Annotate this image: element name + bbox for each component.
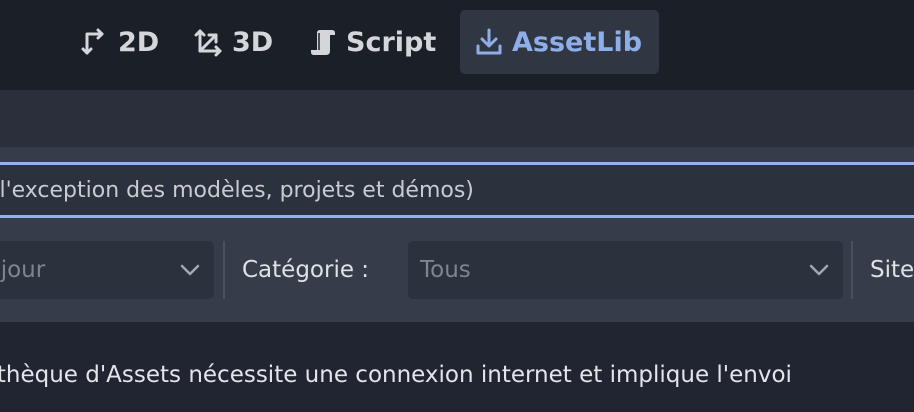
chevron-down-icon: [178, 258, 202, 282]
assetlib-header-strip: [0, 90, 914, 147]
editor-main-toolbar: 2D 3D Script AssetLib: [0, 0, 914, 90]
tab-3d[interactable]: 3D: [192, 10, 273, 74]
category-dropdown-value: Tous: [420, 257, 471, 283]
tab-assetlib-label: AssetLib: [512, 26, 643, 58]
category-label: Catégorie :: [242, 257, 370, 283]
script-icon: [306, 25, 340, 59]
tab-3d-label: 3D: [232, 26, 274, 58]
tab-2d-label: 2D: [118, 26, 160, 58]
search-field[interactable]: [0, 162, 914, 218]
tab-script-label: Script: [346, 26, 437, 58]
sort-dropdown[interactable]: s à jour: [0, 241, 214, 299]
connection-warning-message: liothèque d'Assets nécessite une connexi…: [0, 362, 792, 388]
download-icon: [472, 25, 506, 59]
tab-script[interactable]: Script: [306, 10, 436, 74]
sort-dropdown-value: s à jour: [0, 257, 46, 283]
3d-view-icon: [192, 25, 226, 59]
category-dropdown[interactable]: Tous: [408, 241, 843, 299]
site-label: Site: [870, 257, 914, 283]
chevron-down-icon: [807, 258, 831, 282]
filter-separator: [223, 241, 225, 299]
filter-separator: [851, 241, 853, 299]
search-input[interactable]: [0, 165, 914, 215]
tab-2d[interactable]: 2D: [78, 10, 159, 74]
2d-view-icon: [78, 25, 112, 59]
tab-assetlib[interactable]: AssetLib: [460, 10, 659, 74]
